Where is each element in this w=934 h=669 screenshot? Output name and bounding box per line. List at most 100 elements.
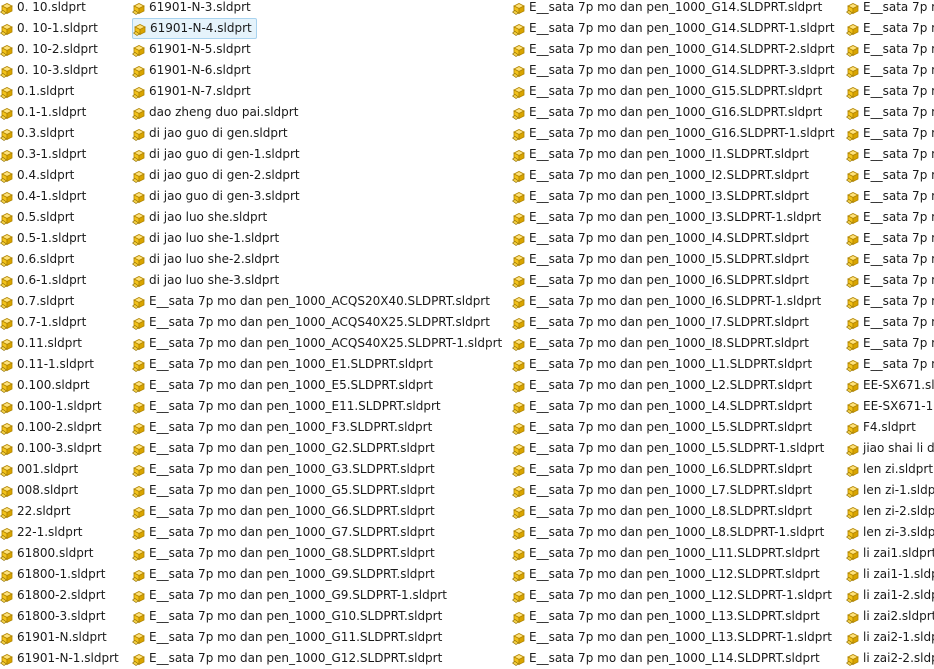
file-item[interactable]: E__sata 7p mo dan pen_1000_G8.SLDPRT.sld…: [132, 543, 439, 564]
file-item[interactable]: E__sata 7p m: [846, 291, 934, 312]
file-item[interactable]: E__sata 7p mo dan pen_1000_I4.SLDPRT.sld…: [512, 228, 813, 249]
file-item[interactable]: 0.1.sldprt: [0, 81, 78, 102]
file-item[interactable]: di jao guo di gen.sldprt: [132, 123, 292, 144]
file-item[interactable]: E__sata 7p mo dan pen_1000_L1.SLDPRT.sld…: [512, 354, 816, 375]
file-item[interactable]: E__sata 7p mo dan pen_1000_G10.SLDPRT.sl…: [132, 606, 446, 627]
file-item[interactable]: E__sata 7p mo dan pen_1000_ACQS40X25.SLD…: [132, 333, 506, 354]
file-item[interactable]: E__sata 7p m: [846, 249, 934, 270]
file-item[interactable]: E__sata 7p mo dan pen_1000_G3.SLDPRT.sld…: [132, 459, 439, 480]
file-item[interactable]: 61901-N-7.sldprt: [132, 81, 255, 102]
file-item[interactable]: 61901-N-1.sldprt: [0, 648, 123, 669]
file-item[interactable]: E__sata 7p mo dan pen_1000_F3.SLDPRT.sld…: [132, 417, 436, 438]
file-item[interactable]: 0.3-1.sldprt: [0, 144, 90, 165]
file-item[interactable]: E__sata 7p m: [846, 207, 934, 228]
file-item[interactable]: E__sata 7p mo dan pen_1000_I3.SLDPRT-1.s…: [512, 207, 825, 228]
file-item[interactable]: 61800-3.sldprt: [0, 606, 109, 627]
file-item[interactable]: di jao luo she-3.sldprt: [132, 270, 283, 291]
file-item[interactable]: 0.5.sldprt: [0, 207, 78, 228]
file-item[interactable]: 0.11-1.sldprt: [0, 354, 98, 375]
file-item[interactable]: 0. 10-3.sldprt: [0, 60, 102, 81]
file-item[interactable]: 61901-N-3.sldprt: [132, 0, 255, 18]
file-item[interactable]: E__sata 7p mo dan pen_1000_G15.SLDPRT.sl…: [512, 81, 826, 102]
file-item[interactable]: E__sata 7p mo dan pen_1000_E5.SLDPRT.sld…: [132, 375, 437, 396]
file-item[interactable]: 0.11.sldprt: [0, 333, 86, 354]
file-item[interactable]: 0.100-1.sldprt: [0, 396, 106, 417]
file-item[interactable]: E__sata 7p mo dan pen_1000_I5.SLDPRT.sld…: [512, 249, 813, 270]
file-item[interactable]: 61901-N-5.sldprt: [132, 39, 255, 60]
file-item[interactable]: EE-SX671.sl: [846, 375, 934, 396]
file-item[interactable]: EE-SX671-1.: [846, 396, 934, 417]
file-item[interactable]: E__sata 7p mo dan pen_1000_I2.SLDPRT.sld…: [512, 165, 813, 186]
file-item[interactable]: 0.100-2.sldprt: [0, 417, 106, 438]
file-item[interactable]: 008.sldprt: [0, 480, 82, 501]
file-item[interactable]: E__sata 7p mo dan pen_1000_I6.SLDPRT.sld…: [512, 270, 813, 291]
file-item[interactable]: E__sata 7p mo dan pen_1000_L4.SLDPRT.sld…: [512, 396, 816, 417]
file-item[interactable]: 61901-N-6.sldprt: [132, 60, 255, 81]
file-item[interactable]: 0.7.sldprt: [0, 291, 78, 312]
file-item[interactable]: E__sata 7p mo dan pen_1000_G14.SLDPRT-2.…: [512, 39, 839, 60]
file-item[interactable]: E__sata 7p mo dan pen_1000_E11.SLDPRT.sl…: [132, 396, 445, 417]
file-item[interactable]: E__sata 7p m: [846, 81, 934, 102]
file-item[interactable]: E__sata 7p m: [846, 60, 934, 81]
file-item[interactable]: E__sata 7p m: [846, 0, 934, 18]
file-item[interactable]: 0.100-3.sldprt: [0, 438, 106, 459]
file-item[interactable]: E__sata 7p m: [846, 228, 934, 249]
file-item[interactable]: E__sata 7p mo dan pen_1000_G14.SLDPRT-3.…: [512, 60, 839, 81]
file-item[interactable]: E__sata 7p mo dan pen_1000_ACQS20X40.SLD…: [132, 291, 494, 312]
file-item[interactable]: E__sata 7p mo dan pen_1000_I3.SLDPRT.sld…: [512, 186, 813, 207]
file-item[interactable]: E__sata 7p m: [846, 333, 934, 354]
file-item[interactable]: E__sata 7p m: [846, 123, 934, 144]
file-item[interactable]: 001.sldprt: [0, 459, 82, 480]
file-item[interactable]: E__sata 7p mo dan pen_1000_G5.SLDPRT.sld…: [132, 480, 439, 501]
file-item[interactable]: E__sata 7p m: [846, 165, 934, 186]
file-item[interactable]: li zai2.sldprt: [846, 606, 934, 627]
file-item[interactable]: 0.4.sldprt: [0, 165, 78, 186]
file-item[interactable]: E__sata 7p mo dan pen_1000_L13.SLDPRT.sl…: [512, 606, 824, 627]
file-item[interactable]: 0. 10.sldprt: [0, 0, 90, 18]
file-item[interactable]: len zi-3.sldp: [846, 522, 934, 543]
file-item[interactable]: E__sata 7p mo dan pen_1000_L7.SLDPRT.sld…: [512, 480, 816, 501]
file-item[interactable]: E__sata 7p mo dan pen_1000_G14.SLDPRT-1.…: [512, 18, 839, 39]
file-item[interactable]: E__sata 7p mo dan pen_1000_I6.SLDPRT-1.s…: [512, 291, 825, 312]
file-item[interactable]: E__sata 7p m: [846, 354, 934, 375]
file-item[interactable]: E__sata 7p mo dan pen_1000_G7.SLDPRT.sld…: [132, 522, 439, 543]
file-item[interactable]: E__sata 7p mo dan pen_1000_E1.SLDPRT.sld…: [132, 354, 437, 375]
file-item[interactable]: 61901-N-4.sldprt: [132, 18, 257, 39]
file-item[interactable]: E__sata 7p m: [846, 39, 934, 60]
file-item[interactable]: E__sata 7p mo dan pen_1000_I7.SLDPRT.sld…: [512, 312, 813, 333]
file-item[interactable]: E__sata 7p mo dan pen_1000_L5.SLDPRT-1.s…: [512, 438, 828, 459]
file-item[interactable]: 0.1-1.sldprt: [0, 102, 90, 123]
file-item[interactable]: E__sata 7p mo dan pen_1000_L6.SLDPRT.sld…: [512, 459, 816, 480]
file-item[interactable]: 0. 10-2.sldprt: [0, 39, 102, 60]
file-item[interactable]: li zai2-2.sldp: [846, 648, 934, 669]
file-item[interactable]: E__sata 7p mo dan pen_1000_L14.SLDPRT.sl…: [512, 648, 824, 669]
file-item[interactable]: 0.7-1.sldprt: [0, 312, 90, 333]
file-item[interactable]: E__sata 7p mo dan pen_1000_G11.SLDPRT.sl…: [132, 627, 446, 648]
file-item[interactable]: E__sata 7p mo dan pen_1000_G2.SLDPRT.sld…: [132, 438, 439, 459]
file-item[interactable]: di jao guo di gen-2.sldprt: [132, 165, 304, 186]
file-item[interactable]: di jao guo di gen-1.sldprt: [132, 144, 304, 165]
file-item[interactable]: len zi.sldprt: [846, 459, 934, 480]
file-item[interactable]: 0.5-1.sldprt: [0, 228, 90, 249]
file-item[interactable]: E__sata 7p mo dan pen_1000_G14.SLDPRT.sl…: [512, 0, 826, 18]
file-item[interactable]: E__sata 7p mo dan pen_1000_L11.SLDPRT.sl…: [512, 543, 824, 564]
file-item[interactable]: 0.3.sldprt: [0, 123, 78, 144]
file-item[interactable]: E__sata 7p mo dan pen_1000_G12.SLDPRT.sl…: [132, 648, 446, 669]
file-item[interactable]: E__sata 7p mo dan pen_1000_G6.SLDPRT.sld…: [132, 501, 439, 522]
file-item[interactable]: E__sata 7p mo dan pen_1000_L8.SLDPRT.sld…: [512, 501, 816, 522]
file-item[interactable]: E__sata 7p mo dan pen_1000_G16.SLDPRT.sl…: [512, 102, 826, 123]
file-item[interactable]: di jao luo she.sldprt: [132, 207, 271, 228]
file-item[interactable]: jiao shai li d: [846, 438, 934, 459]
file-item[interactable]: 61800-1.sldprt: [0, 564, 109, 585]
file-item[interactable]: E__sata 7p mo dan pen_1000_L12.SLDPRT.sl…: [512, 564, 824, 585]
file-item[interactable]: E__sata 7p m: [846, 144, 934, 165]
file-item[interactable]: E__sata 7p mo dan pen_1000_L13.SLDPRT-1.…: [512, 627, 836, 648]
file-item[interactable]: 61901-N.sldprt: [0, 627, 111, 648]
file-item[interactable]: li zai2-1.sldp: [846, 627, 934, 648]
file-item[interactable]: 22.sldprt: [0, 501, 75, 522]
file-item[interactable]: li zai1-1.sldp: [846, 564, 934, 585]
file-item[interactable]: 0.100.sldprt: [0, 375, 94, 396]
file-item[interactable]: 61800.sldprt: [0, 543, 97, 564]
file-item[interactable]: 22-1.sldprt: [0, 522, 87, 543]
file-item[interactable]: E__sata 7p m: [846, 312, 934, 333]
